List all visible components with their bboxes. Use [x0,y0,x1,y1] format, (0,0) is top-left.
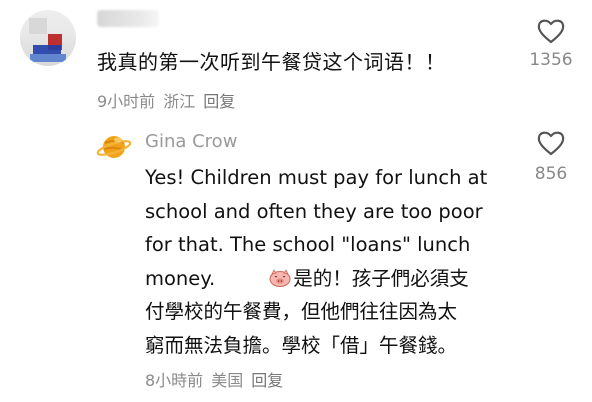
reply-username[interactable]: Gina Crow [145,131,237,152]
reply-line: 付學校的午餐費，但他們往往因為太 [145,300,458,323]
reply-line: 窮而無法負擔。學校「借」午餐錢。 [145,333,458,357]
reply-line-text: money. [145,266,216,290]
comment-text: 我真的第一次听到午餐贷这个词语！！ [97,50,446,74]
comment-location: 浙江 [163,92,196,111]
reply-like-count: 856 [534,164,568,184]
reply-time: 8小時前 [145,371,204,390]
planet-icon [96,136,132,158]
reply-reply-button[interactable]: 回复 [251,371,283,390]
reply-line: for that. The school "loans" lunch [145,233,471,256]
reply-line: money. 是的！孩子們必須支 [145,262,510,296]
reply-like-button[interactable] [531,129,571,157]
comment-like-button[interactable] [531,17,571,45]
reply-line: school and often they are too poor [145,199,483,223]
heart-outline-icon [537,131,565,156]
reply-line: Yes! Children must pay for lunch at [145,166,488,189]
reply-avatar[interactable] [96,129,132,165]
comment-time: 9小时前 [97,92,156,111]
comment-reply-button[interactable]: 回复 [203,92,235,111]
reply-line-text: 是的！孩子們必須支 [293,266,469,290]
comment-thread: 我真的第一次听到午餐贷这个词语！！ 9小时前 浙江 回复 1356 Gina Cro… [0,0,592,402]
heart-outline-icon [537,19,565,44]
reply-location: 美国 [211,371,244,390]
username-blurred[interactable] [97,10,159,27]
comment-meta: 9小时前 浙江 回复 [97,88,243,112]
reply-meta: 8小時前 美国 回复 [145,367,291,391]
user-avatar-blurred[interactable] [20,10,76,66]
piggy-face-emoji-icon [269,264,291,287]
comment-like-count: 1356 [529,50,573,70]
reply-text: Yes! Children must pay for lunch at scho… [145,161,510,362]
